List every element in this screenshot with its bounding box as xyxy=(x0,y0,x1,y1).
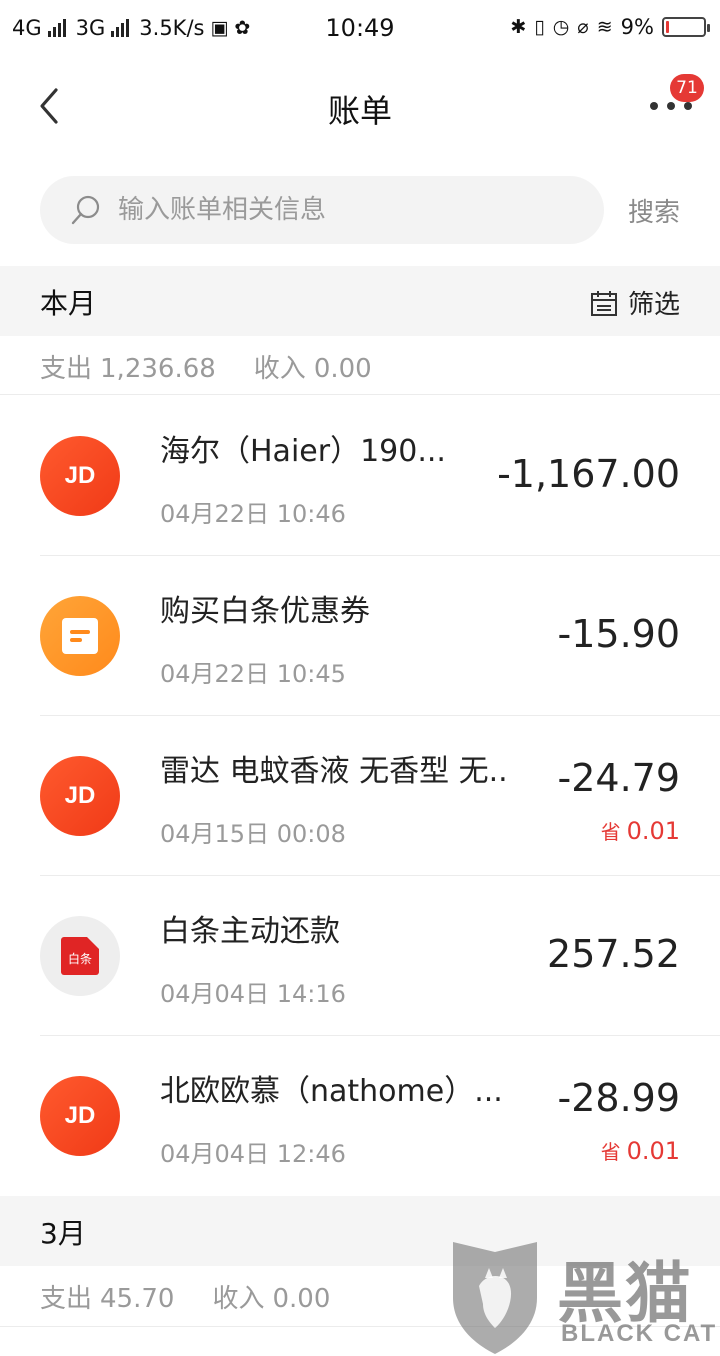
transaction-time: 04月22日 10:45 xyxy=(160,660,346,688)
black-cat-watermark: 黑猫 BLACK CAT xyxy=(445,1238,720,1356)
transaction-row[interactable]: JD 海尔（Haier）190... 04月22日 10:46 -1,167.0… xyxy=(0,396,720,556)
transaction-row[interactable]: 购买白条优惠券 04月22日 10:45 -15.90 xyxy=(0,556,720,716)
transaction-time: 04月15日 00:08 xyxy=(160,820,346,848)
nav-bar: 账单 71 xyxy=(0,58,720,154)
jd-logo-icon: JD xyxy=(40,756,120,836)
transaction-row[interactable]: JD 北欧欧慕（nathome）... 04月04日 12:46 -28.99 … xyxy=(0,1036,720,1196)
search-box[interactable] xyxy=(40,176,604,244)
more-dot xyxy=(667,102,675,110)
battery-percent: 9% xyxy=(620,15,654,39)
transaction-title: 雷达 电蚊香液 无香型 无.. xyxy=(160,754,508,789)
status-bar: 4G 3G 3.5K/s ▣ ✿ 10:49 ✱ ▯ ◷ ⌀ ≋ 9% xyxy=(0,0,720,58)
wifi-icon: ≋ xyxy=(596,16,613,38)
section-title: 3月 xyxy=(40,1217,86,1250)
jd-logo-icon: JD xyxy=(40,436,120,516)
expense-label: 支出 xyxy=(40,354,93,384)
battery-fill xyxy=(666,21,669,33)
vibrate-icon: ▯ xyxy=(534,16,545,38)
transaction-title: 北欧欧慕（nathome）... xyxy=(160,1074,503,1109)
bluetooth-icon: ✱ xyxy=(510,16,527,38)
filter-button[interactable]: 筛选 xyxy=(590,284,680,321)
baitiao-logo-text: 白条 xyxy=(67,952,92,966)
saving-info: 省 0.01 xyxy=(601,816,680,845)
battery-icon xyxy=(662,17,710,37)
baitiao-card: 白条 xyxy=(61,937,99,975)
transaction-amount: 257.52 xyxy=(547,932,680,976)
transaction-time: 04月22日 10:46 xyxy=(160,500,346,528)
month-summary: 支出 1,236.68 收入 0.00 xyxy=(0,336,720,395)
filter-label: 筛选 xyxy=(627,290,680,320)
summary-text: 支出 1,236.68 收入 0.00 xyxy=(40,348,380,385)
income-label: 收入 xyxy=(212,1284,265,1314)
transaction-time: 04月04日 12:46 xyxy=(160,1140,346,1168)
search-row: 搜索 xyxy=(0,174,720,246)
status-right: ✱ ▯ ◷ ⌀ ≋ 9% xyxy=(510,15,710,39)
document-icon xyxy=(62,618,98,654)
calendar-filter-icon xyxy=(590,290,617,316)
transaction-title: 海尔（Haier）190... xyxy=(160,434,446,469)
baitiao-logo-icon: 白条 xyxy=(40,916,120,996)
transaction-amount: -28.99 xyxy=(557,1076,681,1120)
cat-shield-icon xyxy=(453,1242,537,1354)
saving-info: 省 0.01 xyxy=(601,1136,680,1165)
mute-icon: ⌀ xyxy=(577,16,589,38)
more-dot xyxy=(650,102,658,110)
jd-logo-icon: JD xyxy=(40,1076,120,1156)
transaction-row[interactable]: 白条 白条主动还款 04月04日 14:16 257.52 xyxy=(0,876,720,1036)
saving-value: 0.01 xyxy=(626,817,680,845)
search-input[interactable] xyxy=(118,176,578,244)
expense-value: 1,236.68 xyxy=(100,354,216,384)
section-title: 本月 xyxy=(40,287,97,320)
expense-label: 支出 xyxy=(40,1284,93,1314)
transaction-title: 购买白条优惠券 xyxy=(160,594,370,629)
summary-text: 支出 45.70 收入 0.00 xyxy=(40,1278,338,1315)
transaction-amount: -24.79 xyxy=(557,756,681,800)
section-header-current-month: 本月 筛选 xyxy=(0,266,720,336)
expense-value: 45.70 xyxy=(100,1284,175,1314)
transaction-time: 04月04日 14:16 xyxy=(160,980,346,1008)
transaction-amount: -1,167.00 xyxy=(497,452,680,496)
transaction-row[interactable]: JD 雷达 电蚊香液 无香型 无.. 04月15日 00:08 -24.79 省… xyxy=(0,716,720,876)
income-value: 0.00 xyxy=(272,1284,331,1314)
transaction-amount: -15.90 xyxy=(557,612,681,656)
message-badge: 71 xyxy=(670,74,704,102)
saving-value: 0.01 xyxy=(626,1137,680,1165)
alarm-icon: ◷ xyxy=(552,16,570,38)
transaction-title: 白条主动还款 xyxy=(160,914,340,949)
more-dot xyxy=(684,102,692,110)
search-button[interactable]: 搜索 xyxy=(628,192,680,229)
coupon-icon xyxy=(40,596,120,676)
income-label: 收入 xyxy=(253,354,306,384)
saving-label: 省 xyxy=(600,820,621,844)
page-title: 账单 xyxy=(327,92,392,130)
income-value: 0.00 xyxy=(313,354,372,384)
saving-label: 省 xyxy=(600,1140,621,1164)
watermark-en: BLACK CAT xyxy=(561,1320,718,1347)
search-icon xyxy=(71,195,100,225)
